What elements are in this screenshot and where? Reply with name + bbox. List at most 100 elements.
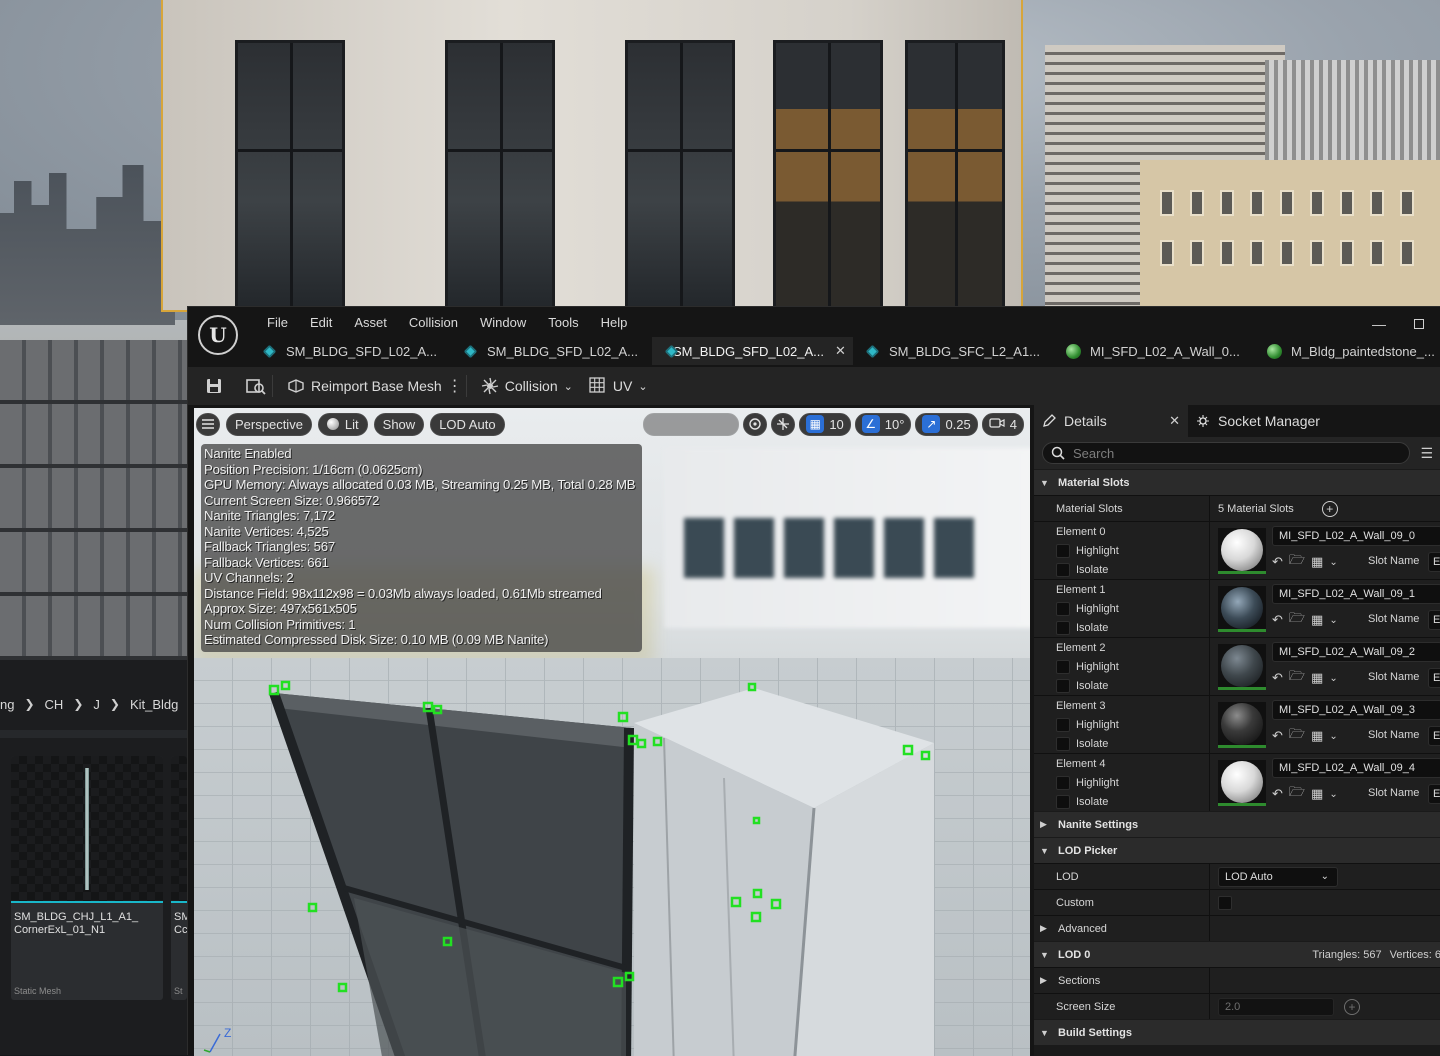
static-mesh-preview[interactable] [254, 668, 954, 1056]
grid-snap-button[interactable]: ▦ 10 [799, 412, 851, 436]
checker-icon[interactable]: ▦ [1311, 786, 1323, 802]
browse-icon[interactable]: 🗁 [1289, 551, 1305, 573]
checker-icon[interactable]: ▦ [1311, 554, 1323, 570]
highlight-checkbox[interactable] [1056, 717, 1070, 732]
slot-name-input[interactable]: E [1428, 668, 1440, 688]
tab-sm-bldg-sfc[interactable]: SM_BLDG_SFC_L2_A1... [853, 337, 1054, 365]
checker-icon[interactable]: ▦ [1311, 728, 1323, 744]
menu-window[interactable]: Window [469, 313, 537, 333]
category-build-settings[interactable]: ▼ Build Settings [1034, 1019, 1440, 1045]
add-icon[interactable]: + [1344, 998, 1360, 1015]
breadcrumb-item[interactable]: CH [45, 697, 64, 712]
camera-speed-button[interactable]: 4 [981, 412, 1024, 436]
chevron-down-icon[interactable]: ⌄ [1329, 615, 1337, 626]
material-thumbnail[interactable] [1218, 760, 1266, 806]
menu-collision[interactable]: Collision [398, 313, 469, 333]
category-nanite-settings[interactable]: ▶ Nanite Settings [1034, 811, 1440, 837]
viewport-menu-button[interactable] [196, 412, 220, 436]
chevron-down-icon[interactable]: ⌄ [1329, 673, 1337, 684]
mesh-viewport[interactable]: Perspective Lit Show LOD Auto ▦ 10 ∠ 10° [194, 408, 1030, 1056]
material-thumbnail[interactable] [1218, 586, 1266, 632]
breadcrumb-item[interactable]: Kit_Bldg [130, 697, 178, 712]
minimize-icon[interactable]: — [1372, 316, 1386, 332]
advanced-row[interactable]: ▶ Advanced [1034, 915, 1440, 942]
tab-mi-sfd-wall[interactable]: MI_SFD_L02_A_Wall_0... [1054, 337, 1255, 365]
highlight-checkbox[interactable] [1056, 601, 1070, 616]
use-selected-icon[interactable]: ↶ [1272, 786, 1283, 802]
details-search-input[interactable] [1073, 445, 1393, 461]
scale-snap-button[interactable]: ↗ 0.25 [915, 412, 978, 436]
save-icon[interactable] [204, 376, 224, 396]
material-picker[interactable]: MI_SFD_L02_A_Wall_09_4 [1272, 758, 1440, 778]
add-material-slot-icon[interactable]: + [1321, 500, 1338, 517]
use-selected-icon[interactable]: ↶ [1272, 670, 1283, 686]
category-material-slots[interactable]: ▼ Material Slots [1034, 469, 1440, 495]
lod-auto-button[interactable]: LOD Auto [430, 412, 505, 436]
material-thumbnail[interactable] [1218, 702, 1266, 748]
screen-size-input[interactable]: 2.0 [1218, 997, 1334, 1016]
maximize-icon[interactable] [1412, 317, 1426, 331]
slot-name-input[interactable]: E [1428, 552, 1440, 572]
browse-asset-icon[interactable] [246, 376, 266, 396]
asset-tile[interactable]: SM Cc St [171, 756, 187, 1000]
category-lod-picker[interactable]: ▼ LOD Picker [1034, 837, 1440, 863]
tab-sm-bldg-sfd-2[interactable]: SM_BLDG_SFD_L02_A... [451, 337, 652, 365]
slot-name-input[interactable]: E [1428, 726, 1440, 746]
menu-asset[interactable]: Asset [343, 313, 398, 333]
tab-m-bldg-paintedstone[interactable]: M_Bldg_paintedstone_... [1255, 337, 1440, 365]
collision-dropdown[interactable]: Collision ⌄ [473, 377, 581, 395]
close-icon[interactable]: ✕ [835, 343, 846, 359]
checker-icon[interactable]: ▦ [1311, 670, 1323, 686]
transform-mode-group[interactable] [643, 412, 740, 436]
checker-icon[interactable]: ▦ [1311, 612, 1323, 628]
material-picker[interactable]: MI_SFD_L02_A_Wall_09_3 [1272, 700, 1440, 720]
material-thumbnail[interactable] [1218, 644, 1266, 690]
chevron-down-icon[interactable]: ⌄ [1329, 731, 1337, 742]
menu-help[interactable]: Help [590, 313, 639, 333]
use-selected-icon[interactable]: ↶ [1272, 612, 1283, 628]
material-picker[interactable]: MI_SFD_L02_A_Wall_09_0 [1272, 526, 1440, 546]
tab-details[interactable]: Details ✕ [1034, 405, 1188, 437]
surface-snapping-button[interactable] [743, 412, 768, 436]
highlight-checkbox[interactable] [1056, 543, 1070, 558]
breadcrumb-item[interactable]: J [93, 697, 100, 712]
chevron-down-icon[interactable]: ⌄ [1329, 789, 1337, 800]
world-local-button[interactable] [771, 412, 796, 436]
material-thumbnail[interactable] [1218, 528, 1266, 574]
slot-name-input[interactable]: E [1428, 610, 1440, 630]
chevron-down-icon[interactable]: ⌄ [1329, 557, 1337, 568]
isolate-checkbox[interactable] [1056, 678, 1070, 693]
view-options-icon[interactable]: ☰ [1420, 445, 1433, 462]
rotation-snap-button[interactable]: ∠ 10° [854, 412, 912, 436]
browse-icon[interactable]: 🗁 [1289, 667, 1305, 689]
highlight-checkbox[interactable] [1056, 775, 1070, 790]
isolate-checkbox[interactable] [1056, 736, 1070, 751]
browse-icon[interactable]: 🗁 [1289, 783, 1305, 805]
menu-tools[interactable]: Tools [537, 313, 589, 333]
selected-building-facade[interactable] [161, 0, 1023, 312]
use-selected-icon[interactable]: ↶ [1272, 554, 1283, 570]
category-lod-0[interactable]: ▼ LOD 0 Triangles: 567 Vertices: 6 [1034, 941, 1440, 967]
isolate-checkbox[interactable] [1056, 562, 1070, 577]
uv-dropdown[interactable]: UV ⌄ [581, 377, 656, 395]
show-button[interactable]: Show [373, 412, 425, 436]
lod-dropdown[interactable]: LOD Auto ⌄ [1218, 866, 1338, 887]
tab-socket-manager[interactable]: Socket Manager [1188, 405, 1328, 437]
highlight-checkbox[interactable] [1056, 659, 1070, 674]
menu-edit[interactable]: Edit [299, 313, 343, 333]
isolate-checkbox[interactable] [1056, 794, 1070, 809]
browse-icon[interactable]: 🗁 [1289, 725, 1305, 747]
tab-sm-bldg-sfd-active[interactable]: SM_BLDG_SFD_L02_A... ✕ [652, 337, 853, 365]
slot-name-input[interactable]: E [1428, 784, 1440, 804]
browse-icon[interactable]: 🗁 [1289, 609, 1305, 631]
close-icon[interactable]: ✕ [1169, 413, 1180, 429]
material-picker[interactable]: MI_SFD_L02_A_Wall_09_2 [1272, 642, 1440, 662]
lit-button[interactable]: Lit [317, 412, 368, 436]
more-options-icon[interactable]: ⋮ [447, 376, 463, 396]
tab-sm-bldg-sfd-1[interactable]: SM_BLDG_SFD_L02_A... [250, 337, 451, 365]
breadcrumb-item[interactable]: ng [0, 697, 14, 712]
unreal-logo-icon[interactable]: U [198, 315, 238, 355]
reimport-base-mesh-button[interactable]: Reimport Base Mesh [279, 378, 450, 394]
perspective-button[interactable]: Perspective [226, 412, 312, 436]
isolate-checkbox[interactable] [1056, 620, 1070, 635]
